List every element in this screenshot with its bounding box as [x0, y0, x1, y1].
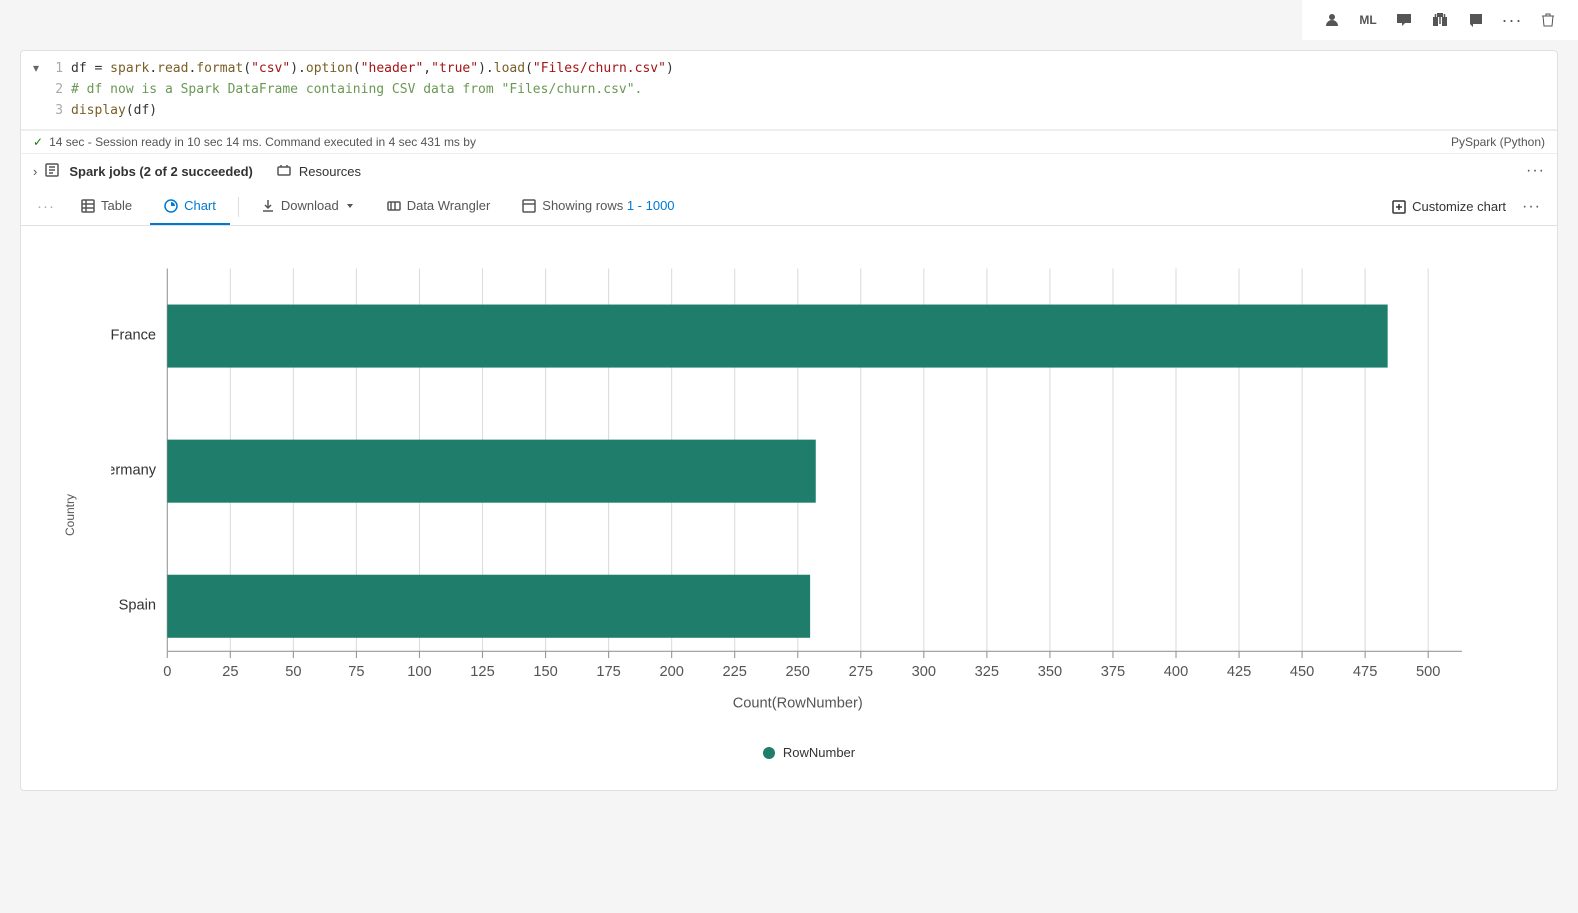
code-line-2: 2 # df now is a Spark DataFrame containi…	[47, 80, 1545, 101]
x-tick-25: 25	[222, 664, 238, 680]
x-tick-400: 400	[1164, 664, 1188, 680]
x-tick-50: 50	[285, 664, 301, 680]
x-tick-250: 250	[786, 664, 810, 680]
top-toolbar: ML ···	[1302, 0, 1578, 40]
chart-tabs: ··· Table Chart Download Data Wrangler	[21, 188, 1557, 226]
bar-germany	[167, 440, 815, 503]
download-chevron-icon	[345, 201, 355, 211]
code-line-3: 3 display(df)	[47, 101, 1545, 122]
spark-jobs-more-icon[interactable]: ···	[1526, 162, 1545, 180]
cell-side-dots[interactable]: ···	[37, 198, 55, 215]
tabs-right: Customize chart ···	[1392, 198, 1541, 216]
x-tick-375: 375	[1101, 664, 1125, 680]
tab-download-label: Download	[281, 198, 339, 213]
table-icon	[81, 199, 95, 213]
share-icon[interactable]	[1426, 6, 1454, 34]
runtime-label: PySpark (Python)	[1451, 135, 1545, 149]
person-icon[interactable]	[1318, 6, 1346, 34]
x-tick-100: 100	[407, 664, 431, 680]
chart-more-icon[interactable]: ···	[1522, 198, 1541, 216]
download-icon	[261, 199, 275, 213]
comment-icon[interactable]	[1390, 6, 1418, 34]
x-tick-125: 125	[470, 664, 494, 680]
rows-icon	[522, 199, 536, 213]
x-axis-label: Count(RowNumber)	[733, 696, 863, 712]
rows-range-link[interactable]: 1 - 1000	[627, 198, 675, 213]
x-tick-200: 200	[659, 664, 683, 680]
bar-chart-svg: .grid-line { stroke: #ddd; stroke-width:…	[111, 246, 1507, 730]
bar-france	[167, 305, 1387, 368]
spark-jobs-title: Spark jobs (2 of 2 succeeded)	[69, 164, 253, 179]
tabs-left: ··· Table Chart Download Data Wrangler	[37, 188, 689, 225]
check-icon: ✓	[33, 135, 43, 149]
code-lines: 1 df = spark.read.format("csv").option("…	[47, 59, 1545, 121]
x-tick-275: 275	[849, 664, 873, 680]
x-tick-0: 0	[163, 664, 171, 680]
status-left: ✓ 14 sec - Session ready in 10 sec 14 ms…	[33, 135, 476, 149]
rows-showing-text: Showing rows 1 - 1000	[542, 198, 674, 213]
x-tick-475: 475	[1353, 664, 1377, 680]
x-tick-300: 300	[912, 664, 936, 680]
x-tick-150: 150	[533, 664, 557, 680]
chart-area: Country .grid-line { stroke: #ddd; strok…	[21, 226, 1557, 790]
x-tick-225: 225	[722, 664, 746, 680]
x-tick-75: 75	[348, 664, 364, 680]
chart-inner: .grid-line { stroke: #ddd; stroke-width:…	[111, 246, 1507, 760]
tab-data-wrangler[interactable]: Data Wrangler	[373, 188, 505, 225]
code-line-1: 1 df = spark.read.format("csv").option("…	[47, 59, 1545, 80]
x-tick-500: 500	[1416, 664, 1440, 680]
spark-jobs-bar: › Spark jobs (2 of 2 succeeded) Resource…	[21, 153, 1557, 188]
customize-chart-label: Customize chart	[1412, 199, 1506, 214]
collapse-button[interactable]: ▾	[33, 61, 39, 75]
legend-dot	[763, 747, 775, 759]
x-tick-350: 350	[1038, 664, 1062, 680]
tab-table[interactable]: Table	[67, 188, 146, 225]
y-label-germany: Germany	[111, 463, 157, 479]
tab-table-label: Table	[101, 198, 132, 213]
x-tick-175: 175	[596, 664, 620, 680]
spark-jobs-left: › Spark jobs (2 of 2 succeeded) Resource…	[33, 163, 361, 180]
resources-icon	[277, 163, 291, 180]
tab-chart[interactable]: Chart	[150, 188, 230, 225]
spark-jobs-icon	[45, 163, 59, 180]
y-label-spain: Spain	[119, 598, 156, 614]
chart-icon	[164, 199, 178, 213]
cell-code-area: ▾ 1 df = spark.read.format("csv").option…	[21, 51, 1557, 130]
ml-icon[interactable]: ML	[1354, 6, 1382, 34]
chart-legend: RowNumber	[111, 745, 1507, 760]
trash-icon[interactable]	[1534, 6, 1562, 34]
chat-icon[interactable]	[1462, 6, 1490, 34]
customize-chart-button[interactable]: Customize chart	[1392, 199, 1506, 214]
y-axis-label: Country	[63, 494, 77, 536]
customize-chart-icon	[1392, 200, 1406, 214]
bar-spain	[167, 575, 810, 638]
tab-rows-info: Showing rows 1 - 1000	[508, 188, 688, 225]
legend-label: RowNumber	[783, 745, 855, 760]
more-horiz-icon[interactable]: ···	[1498, 6, 1526, 34]
x-tick-425: 425	[1227, 664, 1251, 680]
tab-download[interactable]: Download	[247, 188, 369, 225]
data-wrangler-icon	[387, 199, 401, 213]
tab-data-wrangler-label: Data Wrangler	[407, 198, 491, 213]
expand-arrow-icon[interactable]: ›	[33, 164, 37, 179]
tab-chart-label: Chart	[184, 198, 216, 213]
status-text: 14 sec - Session ready in 10 sec 14 ms. …	[49, 135, 476, 149]
status-bar: ✓ 14 sec - Session ready in 10 sec 14 ms…	[21, 130, 1557, 153]
notebook-cell: ▾ 1 df = spark.read.format("csv").option…	[20, 50, 1558, 791]
x-tick-325: 325	[975, 664, 999, 680]
y-label-france: France	[111, 328, 156, 344]
tab-divider	[238, 197, 239, 217]
x-tick-450: 450	[1290, 664, 1314, 680]
resources-button[interactable]: Resources	[299, 164, 361, 179]
